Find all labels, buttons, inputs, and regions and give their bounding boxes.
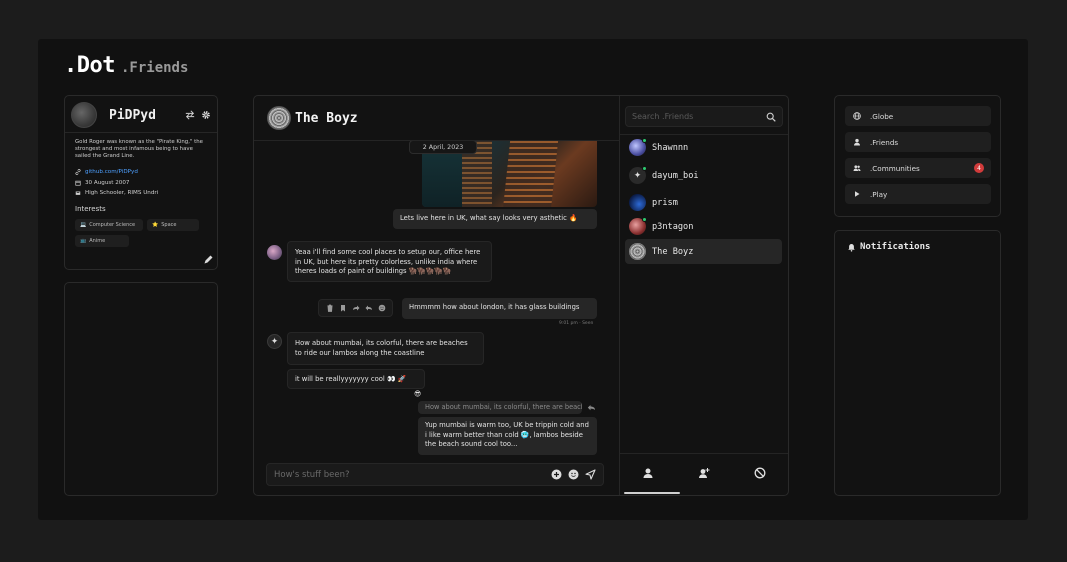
message-bubble-incoming[interactable]: Yeaa i'll find some cool places to setup…	[287, 241, 492, 282]
profile-bio: Gold Roger was known as the "Pirate King…	[75, 139, 203, 159]
profile-card: PiDPyd Gold Roger was known as the "Pira…	[64, 95, 218, 270]
person-icon[interactable]	[642, 467, 654, 479]
reply-icon[interactable]	[365, 304, 373, 312]
chat-header: The Boyz	[254, 96, 619, 140]
emoji-icon[interactable]	[568, 469, 579, 480]
delete-icon[interactable]	[326, 304, 334, 312]
message-bubble-incoming[interactable]: How about mumbai, its colorful, there ar…	[287, 332, 484, 365]
notification-badge: 4	[974, 163, 984, 173]
friend-item[interactable]: Shawnnn	[625, 135, 782, 160]
profile-birthday: 30 August 2007	[75, 178, 207, 189]
reply-icon[interactable]	[587, 403, 596, 412]
sender-avatar[interactable]	[267, 245, 282, 260]
group-icon	[853, 165, 861, 171]
play-icon	[855, 191, 860, 197]
sender-avatar[interactable]: ✦	[267, 334, 282, 349]
edit-pencil-icon[interactable]	[203, 255, 213, 265]
bell-icon	[848, 243, 855, 252]
gear-icon[interactable]	[201, 110, 211, 120]
nav-item-globe[interactable]: .Globe	[845, 106, 991, 126]
globe-icon	[853, 112, 861, 120]
block-icon[interactable]	[754, 467, 766, 479]
friends-list-panel: Shawnnn ✦ dayum_boi prism p3ntagon The B…	[620, 96, 788, 495]
left-bottom-panel	[64, 282, 218, 496]
school-icon	[75, 191, 81, 196]
friend-item-active[interactable]: The Boyz	[625, 239, 782, 264]
send-icon[interactable]	[585, 469, 596, 480]
forward-icon[interactable]	[352, 304, 360, 312]
interest-chip[interactable]: ⭐ Space	[147, 218, 199, 231]
bookmark-icon[interactable]	[339, 304, 347, 312]
search-icon[interactable]	[766, 112, 776, 122]
chat-title: The Boyz	[295, 110, 358, 126]
link-icon	[75, 169, 81, 176]
profile-header: PiDPyd	[65, 96, 217, 128]
brand-logo: .Dot .Friends	[64, 53, 188, 78]
friend-item[interactable]: prism	[625, 190, 782, 215]
friends-search-input[interactable]	[632, 112, 766, 121]
friend-avatar	[629, 138, 647, 156]
nav-item-play[interactable]: .Play	[845, 184, 991, 204]
interest-chip[interactable]: 💻 Computer Science	[75, 218, 143, 231]
friend-item[interactable]: ✦ dayum_boi	[625, 163, 782, 188]
friends-search	[625, 106, 783, 127]
online-indicator	[642, 138, 647, 143]
switch-icon[interactable]	[185, 110, 195, 120]
calendar-icon	[75, 180, 81, 186]
laptop-icon: 💻	[80, 221, 87, 228]
person-icon	[854, 138, 860, 146]
profile-info: github.com/PiDPyd 30 August 2007 High Sc…	[65, 160, 217, 199]
friend-avatar	[629, 194, 646, 211]
message-composer	[266, 463, 604, 486]
message-input[interactable]	[274, 469, 551, 480]
message-bubble-outgoing[interactable]: Hmmmm how about london, it has glass bui…	[402, 298, 597, 319]
profile-name: PiDPyd	[109, 107, 156, 123]
nav-item-friends[interactable]: .Friends	[845, 132, 991, 152]
message-actions-toolbar	[318, 299, 393, 317]
chat-panel: The Boyz 2 April, 2023 Lets live here in…	[253, 95, 789, 496]
friends-tabs-divider	[620, 453, 788, 454]
notifications-panel: Notifications	[834, 230, 1001, 496]
add-person-icon[interactable]	[698, 467, 710, 479]
friend-item[interactable]: p3ntagon	[625, 214, 782, 239]
app-window: .Dot .Friends PiDPyd Gold Roger was know…	[38, 39, 1028, 520]
profile-school: High Schooler, RIMS Undri	[75, 188, 207, 199]
navigation-panel: .Globe .Friends .Communities 4 .Play	[834, 95, 1001, 217]
brand-name: .Dot	[64, 53, 115, 78]
message-status: 9:01 pm · Seen	[559, 321, 594, 326]
quoted-reply[interactable]: How about mumbai, its colorful, there ar…	[418, 401, 582, 414]
profile-link[interactable]: github.com/PiDPyd	[75, 167, 207, 178]
group-avatar[interactable]	[267, 106, 291, 130]
friend-avatar	[629, 217, 647, 235]
message-bubble-outgoing[interactable]: Yup mumbai is warm too, UK be trippin co…	[418, 417, 597, 455]
message-emoji: 😎	[414, 390, 422, 398]
notifications-title: Notifications	[860, 242, 931, 252]
brand-subtitle: .Friends	[120, 60, 189, 76]
active-tab-indicator	[624, 492, 680, 494]
friend-avatar: ✦	[629, 166, 647, 184]
online-indicator	[642, 217, 647, 222]
friend-avatar	[629, 243, 646, 260]
nav-item-communities[interactable]: .Communities 4	[845, 158, 991, 178]
message-bubble-outgoing[interactable]: Lets live here in UK, what say looks ver…	[393, 209, 597, 229]
tv-icon: 📺	[80, 237, 87, 244]
date-separator: 2 April, 2023	[409, 141, 477, 154]
friends-tabs	[620, 462, 788, 484]
interest-chip[interactable]: 📺 Anime	[75, 234, 129, 247]
add-icon[interactable]	[551, 469, 562, 480]
message-bubble-incoming[interactable]: it will be reallyyyyyyy cool 👀 🚀	[287, 369, 425, 389]
chat-messages: 2 April, 2023 Lets live here in UK, what…	[254, 141, 619, 463]
emoji-reaction-icon[interactable]	[378, 304, 386, 312]
online-indicator	[642, 166, 647, 171]
interests-title: Interests	[75, 204, 106, 213]
notifications-header: Notifications	[847, 242, 930, 252]
profile-avatar[interactable]	[71, 102, 97, 128]
star-icon: ⭐	[152, 221, 159, 228]
interests-list: 💻 Computer Science ⭐ Space 📺 Anime	[65, 213, 219, 247]
